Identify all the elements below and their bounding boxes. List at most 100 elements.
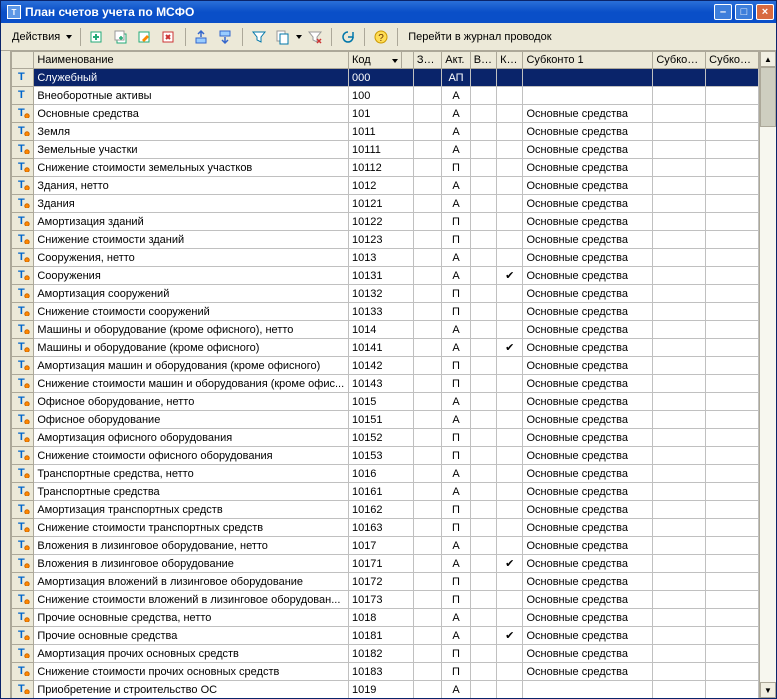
clear-filter-button[interactable] (304, 27, 326, 47)
table-row[interactable]: TТранспортные средства, нетто1016АОсновн… (12, 465, 759, 483)
table-row[interactable]: TАмортизация офисного оборудования10152П… (12, 429, 759, 447)
scroll-up-button[interactable]: ▲ (760, 51, 776, 67)
table-row[interactable]: TВложения в лизинговое оборудование10171… (12, 555, 759, 573)
row-icon-cell: T (12, 663, 34, 681)
cell-code: 10153 (348, 447, 413, 465)
cell-kol (497, 465, 523, 483)
account-icon: T (16, 682, 30, 694)
table-row[interactable]: TСооружения10131А✔Основные средства (12, 267, 759, 285)
table-row[interactable]: TСооружения, нетто1013АОсновные средства (12, 249, 759, 267)
table-row[interactable]: TСнижение стоимости машин и оборудования… (12, 375, 759, 393)
table-row[interactable]: TОфисное оборудование, нетто1015АОсновны… (12, 393, 759, 411)
cell-zab (413, 267, 441, 285)
account-icon: T (16, 340, 30, 352)
cell-zab (413, 411, 441, 429)
scroll-down-button[interactable]: ▼ (760, 682, 776, 698)
close-button[interactable]: × (756, 4, 774, 20)
cell-akt: А (442, 141, 470, 159)
col-zab[interactable]: Заб. (413, 52, 441, 69)
minimize-button[interactable]: – (714, 4, 732, 20)
col-akt[interactable]: Акт. (442, 52, 470, 69)
journal-link[interactable]: Перейти в журнал проводок (403, 27, 556, 47)
table-row[interactable]: TСнижение стоимости сооружений10133ПОсно… (12, 303, 759, 321)
table-row[interactable]: TСнижение стоимости вложений в лизингово… (12, 591, 759, 609)
scroll-track[interactable] (760, 67, 776, 682)
accounts-grid[interactable]: Наименование Код Заб. Акт. Вал. Кол. Суб… (11, 51, 759, 698)
cell-zab (413, 141, 441, 159)
cell-val (470, 555, 496, 573)
table-row[interactable]: TСнижение стоимости земельных участков10… (12, 159, 759, 177)
table-row[interactable]: TМашины и оборудование (кроме офисного),… (12, 321, 759, 339)
table-row[interactable]: TПрочие основные средства, нетто1018АОсн… (12, 609, 759, 627)
table-row[interactable]: TСнижение стоимости транспортных средств… (12, 519, 759, 537)
help-button[interactable]: ? (370, 27, 392, 47)
col-kol[interactable]: Кол. (497, 52, 523, 69)
cell-sub3 (706, 267, 759, 285)
table-row[interactable]: TЗемельные участки10111АОсновные средств… (12, 141, 759, 159)
cell-sub1: Основные средства (523, 321, 653, 339)
table-row[interactable]: TСлужебный000АП (12, 69, 759, 87)
move-down-button[interactable] (215, 27, 237, 47)
refresh-button[interactable] (337, 27, 359, 47)
cell-val (470, 231, 496, 249)
col-name[interactable]: Наименование (34, 52, 349, 69)
table-row[interactable]: TЗемля1011АОсновные средства (12, 123, 759, 141)
table-row[interactable]: TПриобретение и строительство ОС1019А (12, 681, 759, 699)
table-row[interactable]: TСнижение стоимости прочих основных сред… (12, 663, 759, 681)
table-row[interactable]: TТранспортные средства10161АОсновные сре… (12, 483, 759, 501)
svg-text:T: T (18, 683, 25, 694)
maximize-button[interactable]: □ (735, 4, 753, 20)
col-sub1[interactable]: Субконто 1 (523, 52, 653, 69)
table-row[interactable]: TСнижение стоимости офисного оборудовани… (12, 447, 759, 465)
edit-button[interactable] (134, 27, 156, 47)
cell-sub1: Основные средства (523, 339, 653, 357)
cell-code: 1013 (348, 249, 413, 267)
table-row[interactable]: TАмортизация вложений в лизинговое обору… (12, 573, 759, 591)
cell-sub3 (706, 537, 759, 555)
cell-akt: АП (442, 69, 470, 87)
table-row[interactable]: TАмортизация транспортных средств10162ПО… (12, 501, 759, 519)
row-icon-cell: T (12, 591, 34, 609)
cell-sub2 (653, 87, 706, 105)
col-sub3[interactable]: Субкон... (706, 52, 759, 69)
cell-sub2 (653, 231, 706, 249)
actions-menu[interactable]: Действия (5, 27, 75, 47)
cell-code: 1012 (348, 177, 413, 195)
cell-code: 10121 (348, 195, 413, 213)
table-row[interactable]: TПрочие основные средства10181А✔Основные… (12, 627, 759, 645)
select-button[interactable] (272, 27, 302, 47)
add-button[interactable] (86, 27, 108, 47)
cell-code: 10183 (348, 663, 413, 681)
move-up-button[interactable] (191, 27, 213, 47)
table-row[interactable]: TОфисное оборудование10151АОсновные сред… (12, 411, 759, 429)
col-code-drop[interactable] (401, 52, 413, 69)
col-code[interactable]: Код (348, 52, 401, 69)
table-row[interactable]: TАмортизация прочих основных средств1018… (12, 645, 759, 663)
cell-sub1: Основные средства (523, 159, 653, 177)
add-copy-button[interactable] (110, 27, 132, 47)
cell-sub1 (523, 681, 653, 699)
scroll-thumb[interactable] (760, 67, 776, 127)
table-row[interactable]: TАмортизация сооружений10132ПОсновные ср… (12, 285, 759, 303)
filter-button[interactable] (248, 27, 270, 47)
table-row[interactable]: TЗдания10121АОсновные средства (12, 195, 759, 213)
table-row[interactable]: TОсновные средства101АОсновные средства (12, 105, 759, 123)
table-row[interactable]: TВложения в лизинговое оборудование, нет… (12, 537, 759, 555)
table-row[interactable]: TАмортизация машин и оборудования (кроме… (12, 357, 759, 375)
col-val[interactable]: Вал. (470, 52, 496, 69)
table-row[interactable]: TВнеоборотные активы100А (12, 87, 759, 105)
cell-val (470, 429, 496, 447)
cell-sub2 (653, 159, 706, 177)
table-row[interactable]: TАмортизация зданий10122ПОсновные средст… (12, 213, 759, 231)
table-row[interactable]: TЗдания, нетто1012АОсновные средства (12, 177, 759, 195)
delete-button[interactable] (158, 27, 180, 47)
cell-zab (413, 231, 441, 249)
cell-zab (413, 213, 441, 231)
col-icon[interactable] (12, 52, 34, 69)
vertical-scrollbar[interactable]: ▲ ▼ (759, 51, 776, 698)
cell-kol (497, 159, 523, 177)
table-row[interactable]: TМашины и оборудование (кроме офисного)1… (12, 339, 759, 357)
col-sub2[interactable]: Субкон... (653, 52, 706, 69)
table-row[interactable]: TСнижение стоимости зданий10123ПОсновные… (12, 231, 759, 249)
cell-val (470, 123, 496, 141)
